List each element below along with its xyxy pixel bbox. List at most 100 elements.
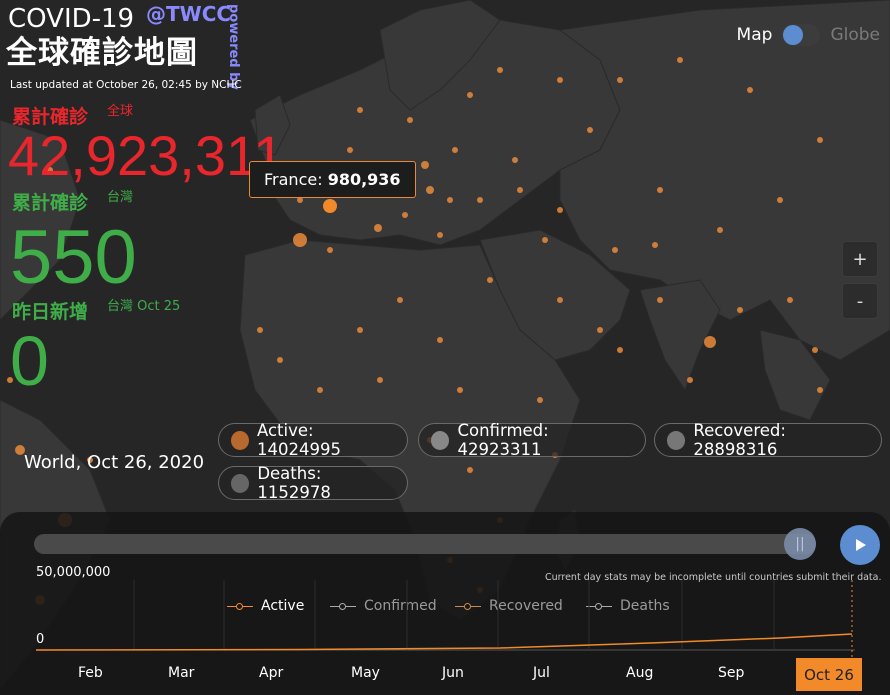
- recovered-dot-icon: [667, 430, 686, 450]
- confirmed-value: Confirmed: 42923311: [457, 421, 549, 459]
- case-marker: [817, 137, 823, 143]
- deaths-value: Deaths: 1152978: [257, 464, 331, 502]
- case-marker: [277, 357, 283, 363]
- case-marker: [704, 336, 716, 348]
- app-subtitle: 全球確診地圖: [6, 35, 198, 71]
- recovered-pill[interactable]: Recovered: 28898316: [654, 421, 882, 459]
- app-title: COVID-19: [8, 4, 135, 34]
- play-icon: [856, 539, 866, 551]
- global-tag: 全球: [107, 104, 134, 119]
- chart-ymax: 50,000,000: [36, 565, 111, 580]
- case-marker: [452, 147, 458, 153]
- case-marker: [617, 347, 623, 353]
- active-line: [35, 633, 853, 651]
- case-marker: [487, 277, 493, 283]
- active-value: Active: 14024995: [256, 421, 341, 459]
- view-switch[interactable]: [782, 24, 821, 46]
- case-marker: [257, 327, 263, 333]
- month-label: Jul: [533, 665, 550, 681]
- case-marker: [293, 233, 307, 247]
- country-tooltip: France: 980,936: [249, 161, 416, 198]
- case-marker: [437, 337, 443, 343]
- month-label: Jun: [442, 665, 464, 681]
- recovered-value: Recovered: 28898316: [693, 421, 786, 459]
- month-label: Feb: [78, 665, 103, 681]
- case-marker: [612, 247, 618, 253]
- zoom-in-button[interactable]: +: [842, 241, 878, 277]
- case-marker: [374, 224, 382, 232]
- last-updated: Last updated at October 26, 02:45 by NCH…: [10, 79, 242, 91]
- case-marker: [542, 237, 548, 243]
- case-marker: [597, 327, 603, 333]
- case-marker: [327, 247, 333, 253]
- case-marker: [817, 387, 823, 393]
- slider-handle[interactable]: ||: [784, 528, 816, 560]
- new-cases-label: 昨日新增: [12, 301, 89, 323]
- active-pill[interactable]: Active: 14024995: [218, 421, 408, 459]
- case-marker: [537, 397, 543, 403]
- new-cases-value: 0: [10, 322, 49, 400]
- case-marker: [657, 187, 663, 193]
- case-marker: [517, 187, 523, 193]
- case-marker: [717, 227, 723, 233]
- case-marker: [421, 161, 429, 169]
- confirmed-pill[interactable]: Confirmed: 42923311: [418, 421, 646, 459]
- case-marker: [317, 387, 323, 393]
- case-marker: [397, 297, 403, 303]
- case-marker: [426, 186, 434, 194]
- case-marker: [777, 197, 783, 203]
- tooltip-value: 980,936: [327, 170, 401, 189]
- case-marker: [687, 377, 693, 383]
- case-marker: [467, 92, 473, 98]
- switch-knob: [783, 25, 804, 45]
- case-marker: [812, 347, 818, 353]
- map-option[interactable]: Map: [737, 25, 773, 45]
- case-marker: [677, 57, 683, 63]
- case-marker: [557, 77, 563, 83]
- active-dot-icon: [231, 430, 249, 450]
- france-marker: [323, 199, 337, 213]
- powered-by-label: powered by: [226, 4, 241, 90]
- new-cases-tag: 台灣 Oct 25: [107, 299, 181, 314]
- case-marker: [467, 467, 473, 473]
- case-marker: [347, 147, 353, 153]
- case-marker: [402, 212, 408, 218]
- case-marker: [447, 197, 453, 203]
- deaths-dot-icon: [231, 473, 250, 493]
- taiwan-tag: 台灣: [107, 190, 134, 205]
- case-marker: [512, 157, 518, 163]
- case-marker: [357, 327, 363, 333]
- case-marker: [377, 377, 383, 383]
- case-marker: [437, 232, 443, 238]
- view-toggle: Map Globe: [737, 24, 880, 46]
- global-confirmed-value: 42,923,311: [8, 124, 285, 187]
- timeline-chart: [35, 580, 855, 660]
- confirmed-dot-icon: [431, 430, 450, 450]
- deaths-pill[interactable]: Deaths: 1152978: [218, 464, 408, 502]
- taiwan-confirmed-value: 550: [10, 215, 137, 300]
- tooltip-country: France:: [264, 170, 323, 189]
- case-marker: [457, 387, 463, 393]
- timeline-slider[interactable]: [34, 534, 816, 554]
- case-marker: [557, 207, 563, 213]
- zoom-out-button[interactable]: -: [842, 283, 878, 319]
- month-label: Aug: [626, 665, 654, 681]
- case-marker: [617, 77, 623, 83]
- case-marker: [497, 67, 503, 73]
- play-button[interactable]: [840, 525, 880, 565]
- case-marker: [747, 87, 753, 93]
- month-label: Apr: [259, 665, 284, 681]
- case-marker: [787, 297, 793, 303]
- case-marker: [652, 242, 658, 248]
- month-label: May: [351, 665, 380, 681]
- month-label: Mar: [168, 665, 195, 681]
- location-date: World, Oct 26, 2020: [24, 452, 205, 473]
- month-label: Sep: [718, 665, 745, 681]
- case-marker: [587, 127, 593, 133]
- case-marker: [557, 297, 563, 303]
- current-date-badge[interactable]: Oct 26: [796, 658, 862, 691]
- globe-option[interactable]: Globe: [830, 25, 880, 45]
- case-marker: [357, 107, 363, 113]
- twcc-handle[interactable]: @TWCC: [146, 2, 231, 26]
- case-marker: [477, 197, 483, 203]
